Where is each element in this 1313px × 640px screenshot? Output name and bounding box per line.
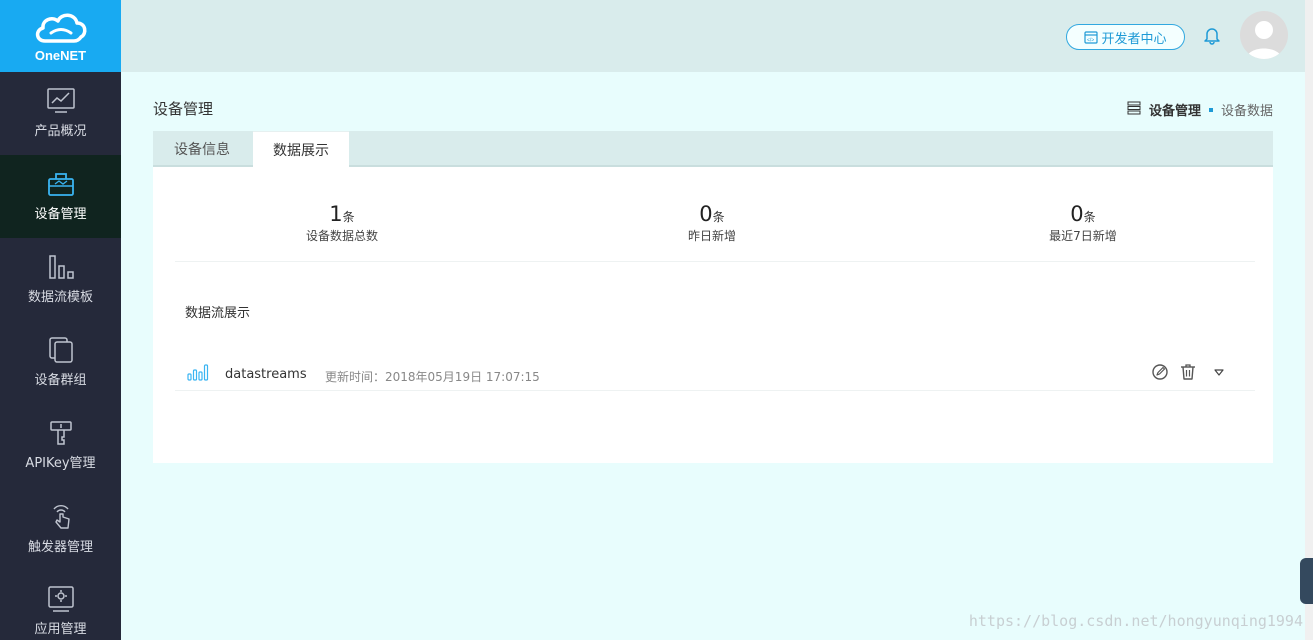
chart-monitor-icon [46, 88, 75, 113]
sidebar-item-apps[interactable]: 应用管理 [0, 570, 121, 640]
window-scrollbar[interactable] [1305, 0, 1313, 640]
sidebar: OneNET 产品概况 设备管理 数据流模板 设备群组 APIKey管理 触发器… [0, 0, 121, 640]
stat-yesterday: 0条 昨日新增 [632, 202, 792, 244]
logo[interactable]: OneNET [0, 0, 121, 72]
breadcrumb-device-data: 设备数据 [1220, 104, 1273, 119]
user-avatar-icon [1246, 21, 1282, 59]
datastreams-section-title: 数据流展示 [185, 306, 251, 321]
chevron-down-icon[interactable] [1213, 367, 1225, 377]
tablets-icon [48, 337, 73, 363]
tab-bar: 设备信息 数据展示 [153, 131, 1273, 167]
stat-unit: 条 [712, 210, 725, 224]
sidebar-item-label: 产品概况 [34, 124, 87, 139]
stat-unit: 条 [342, 210, 355, 224]
bars-icon [48, 255, 74, 279]
stat-label: 昨日新增 [687, 229, 736, 243]
edit-icon[interactable] [1151, 363, 1169, 381]
svg-text:</>: </> [1087, 37, 1094, 43]
sidebar-item-triggers[interactable]: 触发器管理 [0, 487, 121, 570]
touch-icon [52, 505, 70, 529]
datastream-update-time: 更新时间：2018年05月19日 17:07:15 [325, 370, 540, 384]
list-icon [1127, 101, 1141, 119]
tab-device-info[interactable]: 设备信息 [153, 131, 251, 167]
sidebar-item-product-overview[interactable]: 产品概况 [0, 72, 121, 155]
app-gear-icon [47, 586, 74, 612]
stat-unit: 条 [1083, 210, 1096, 224]
watermark: https://blog.csdn.net/hongyunqing1994 [968, 612, 1303, 630]
side-float-button[interactable] [1300, 558, 1313, 604]
divider [175, 261, 1255, 262]
cloud-logo-icon [35, 13, 86, 43]
datastream-chart-icon [187, 363, 209, 385]
sidebar-item-label: 触发器管理 [27, 540, 93, 555]
key-icon [49, 421, 72, 445]
developer-center-label: 开发者中心 [1101, 31, 1167, 47]
sidebar-item-apikey[interactable]: APIKey管理 [0, 404, 121, 487]
dev-center-icon: </> [1084, 30, 1099, 44]
stat-value: 1 [329, 202, 343, 226]
row-actions [1151, 363, 1225, 381]
sidebar-item-label: 设备群组 [34, 373, 87, 388]
datastream-name[interactable]: datastreams [225, 367, 307, 382]
sidebar-item-label: APIKey管理 [25, 456, 96, 471]
stat-label: 设备数据总数 [305, 229, 378, 243]
avatar[interactable] [1240, 11, 1288, 59]
stat-label: 最近7日新增 [1049, 229, 1117, 243]
stat-total: 1条 设备数据总数 [262, 202, 422, 244]
developer-center-button[interactable]: </> 开发者中心 [1066, 24, 1185, 50]
page-title: 设备管理 [153, 100, 214, 118]
data-panel: 1条 设备数据总数 0条 昨日新增 0条 最近7日新增 数据流展示 datast… [153, 167, 1273, 463]
breadcrumb-device-management[interactable]: 设备管理 [1149, 100, 1201, 119]
top-header: </> 开发者中心 [121, 0, 1313, 72]
sidebar-item-device-groups[interactable]: 设备群组 [0, 321, 121, 404]
trash-icon[interactable] [1179, 363, 1197, 381]
sidebar-item-datastream-template[interactable]: 数据流模板 [0, 238, 121, 321]
sidebar-item-label: 设备管理 [34, 207, 87, 222]
stat-last-7-days: 0条 最近7日新增 [1003, 202, 1163, 244]
breadcrumb: 设备管理 设备数据 [1127, 100, 1273, 119]
bell-icon[interactable] [1202, 25, 1222, 49]
list-item[interactable]: datastreams 更新时间：2018年05月19日 17:07:15 [175, 353, 1255, 391]
stat-value: 0 [1070, 202, 1084, 226]
breadcrumb-separator [1208, 107, 1213, 112]
sidebar-item-label: 数据流模板 [27, 290, 93, 305]
device-box-icon [47, 173, 74, 196]
stat-value: 0 [699, 202, 713, 226]
sidebar-item-label: 应用管理 [34, 622, 87, 637]
tab-data-display[interactable]: 数据展示 [253, 131, 349, 167]
sidebar-item-device-management[interactable]: 设备管理 [0, 155, 121, 238]
brand-name: OneNET [34, 48, 87, 63]
